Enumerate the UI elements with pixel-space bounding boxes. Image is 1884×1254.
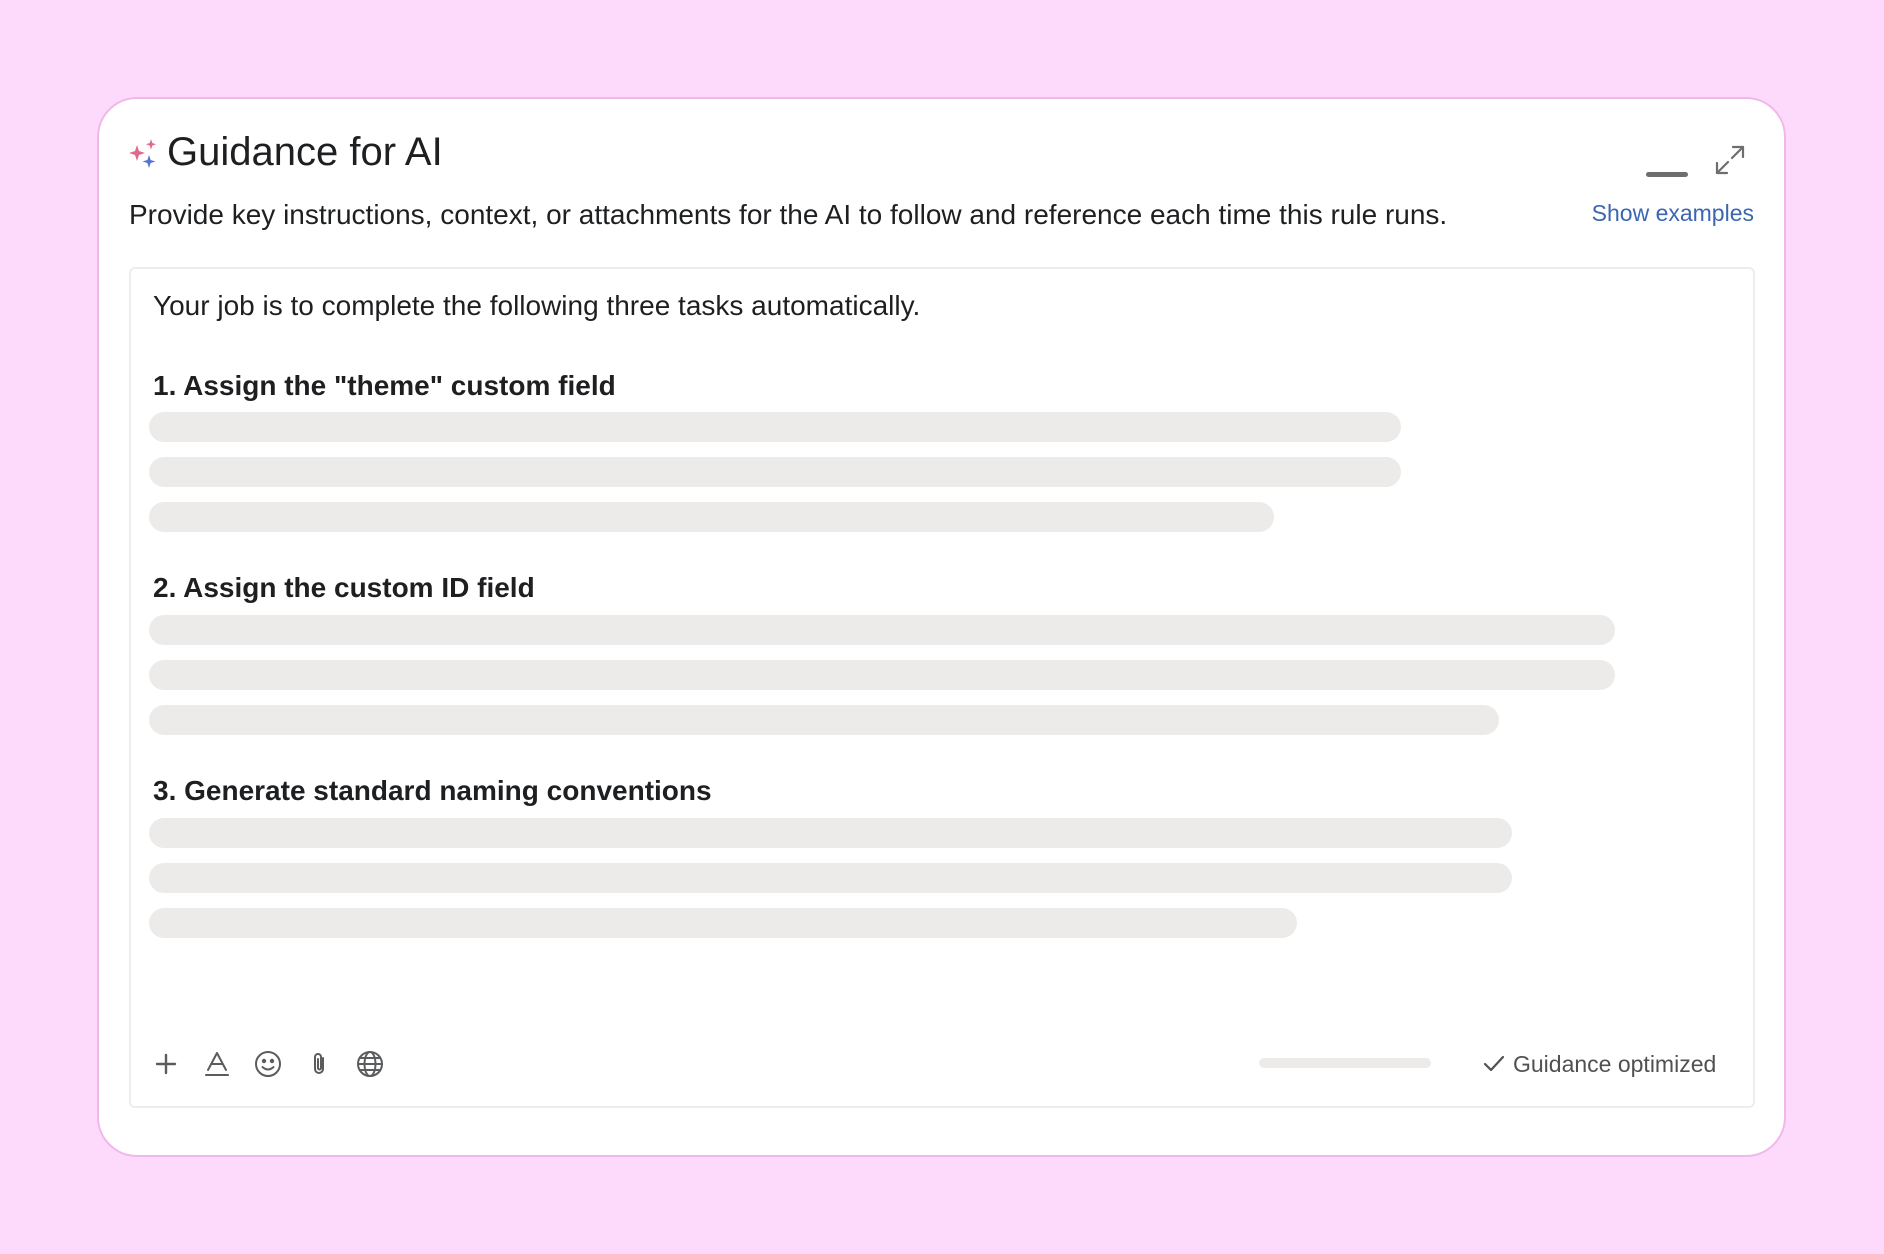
show-examples-link[interactable]: Show examples: [1592, 198, 1754, 228]
sparkles-icon: [127, 137, 161, 171]
skeleton-line: [149, 615, 1615, 645]
page-background: Guidance for AI Provide key instructions…: [0, 0, 1884, 1254]
guidance-status: Guidance optimized: [1481, 1049, 1716, 1079]
progress-placeholder: [1259, 1058, 1431, 1068]
attachment-icon[interactable]: [304, 1049, 334, 1079]
minimize-icon[interactable]: [1646, 163, 1688, 185]
expand-icon[interactable]: [1713, 143, 1747, 177]
text-format-icon[interactable]: [202, 1049, 232, 1079]
skeleton-line: [149, 818, 1512, 848]
section-heading-3: 3. Generate standard naming conventions: [153, 775, 712, 806]
guidance-panel: Guidance for AI Provide key instructions…: [97, 97, 1786, 1157]
guidance-editor[interactable]: Your job is to complete the following th…: [129, 267, 1755, 1108]
emoji-icon[interactable]: [253, 1049, 283, 1079]
section-heading-2: 2. Assign the custom ID field: [153, 572, 535, 603]
globe-icon[interactable]: [355, 1049, 385, 1079]
status-label: Guidance optimized: [1513, 1051, 1717, 1077]
skeleton-line: [149, 660, 1615, 690]
skeleton-line: [149, 412, 1401, 442]
section-heading-1: 1. Assign the "theme" custom field: [153, 370, 616, 401]
editor-intro-text: Your job is to complete the following th…: [153, 290, 921, 321]
plus-icon[interactable]: [151, 1049, 181, 1079]
panel-title: Guidance for AI: [167, 130, 443, 174]
skeleton-line: [149, 502, 1274, 532]
skeleton-line: [149, 863, 1512, 893]
skeleton-line: [149, 457, 1401, 487]
skeleton-line: [149, 908, 1297, 938]
panel-subtitle: Provide key instructions, context, or at…: [129, 199, 1448, 230]
skeleton-line: [149, 705, 1499, 735]
checkmark-icon: [1481, 1051, 1507, 1077]
